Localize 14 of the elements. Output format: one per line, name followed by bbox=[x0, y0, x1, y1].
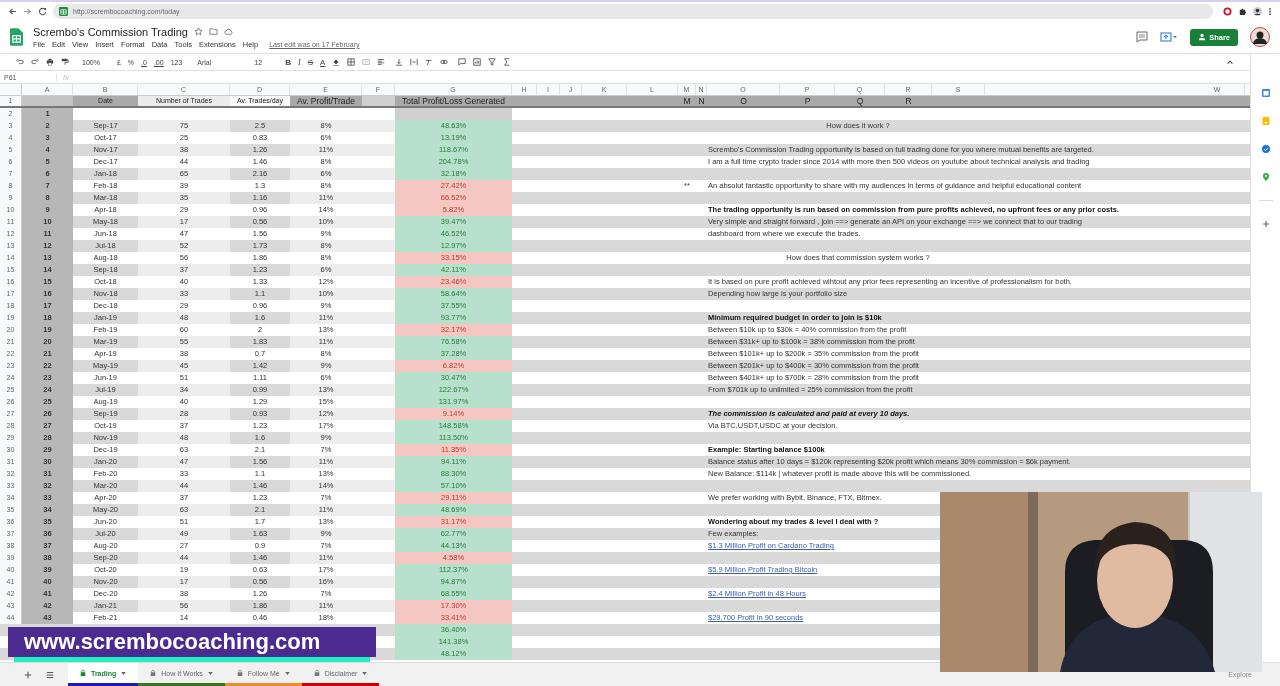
table-cell-text: M bbox=[682, 96, 692, 106]
document-title[interactable]: Scrembo's Commission Trading bbox=[33, 25, 188, 38]
table-cell-text: R bbox=[904, 96, 913, 106]
text-color-button[interactable]: A bbox=[320, 57, 326, 67]
strikethrough-button[interactable]: S bbox=[307, 57, 314, 67]
column-title: Total Profit/Loss Generated bbox=[401, 96, 506, 106]
bold-button[interactable]: B bbox=[285, 57, 292, 67]
table-cell-text: N bbox=[697, 96, 706, 106]
table-cell-text: O bbox=[739, 96, 748, 106]
italic-button[interactable]: I bbox=[298, 57, 301, 67]
table-cell-text: P bbox=[803, 96, 812, 106]
website-banner: www.scrembocoaching.com bbox=[8, 627, 376, 657]
column-title: Av. Profit/Trade bbox=[296, 96, 356, 106]
table-cell-text: Q bbox=[855, 96, 865, 106]
